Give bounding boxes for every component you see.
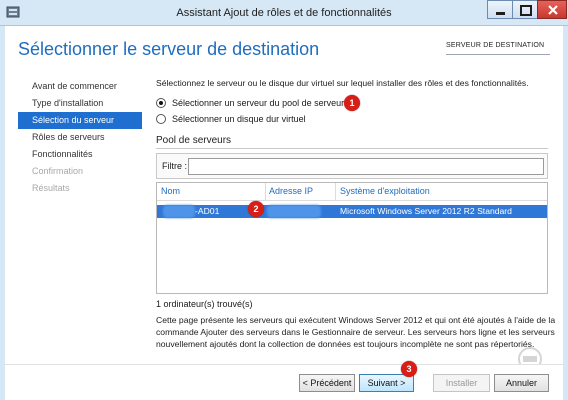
filter-label: Filtre : [162, 161, 188, 171]
destination-server-label: SERVEUR DE DESTINATION [446, 42, 545, 49]
filter-input[interactable] [188, 158, 544, 175]
column-separator [265, 183, 266, 201]
radio-server-pool[interactable]: Sélectionner un serveur du pool de serve… [156, 96, 349, 110]
nav-item-roles-serveurs[interactable]: Rôles de serveurs [18, 129, 142, 146]
server-name-cell: -AD01 [195, 206, 220, 216]
description-text: Cette page présente les serveurs qui exé… [156, 315, 556, 349]
close-icon [548, 5, 558, 15]
annotation-badge-2: 2 [248, 201, 264, 217]
maximize-icon [520, 5, 532, 16]
previous-button[interactable]: < Précédent [299, 374, 355, 392]
server-pool-divider [156, 148, 548, 149]
server-list: Nom Adresse IP Système d'exploitation -A… [156, 182, 548, 294]
annotation-badge-1: 1 [344, 95, 360, 111]
title-bar: Assistant Ajout de rôles et de fonctionn… [0, 0, 568, 26]
nav-item-type-installation[interactable]: Type d'installation [18, 95, 142, 112]
install-button: Installer [433, 374, 490, 392]
nav-item-avant-de-commencer[interactable]: Avant de commencer [18, 78, 142, 95]
nav-item-fonctionnalites[interactable]: Fonctionnalités [18, 146, 142, 163]
nav-item-resultats: Résultats [32, 183, 70, 193]
window-frame-right [563, 26, 568, 400]
cancel-button[interactable]: Annuler [494, 374, 549, 392]
close-button[interactable] [537, 0, 567, 19]
redacted-ip [267, 205, 321, 218]
server-pool-title: Pool de serveurs [156, 135, 232, 146]
servers-found-count: 1 ordinateur(s) trouvé(s) [156, 299, 253, 309]
wizard-steps-nav: Avant de commencer Type d'installation S… [18, 78, 142, 197]
radio-server-pool-button[interactable] [156, 98, 166, 108]
radio-virtual-disk[interactable]: Sélectionner un disque dur virtuel [156, 112, 306, 126]
page-title: Sélectionner le serveur de destination [18, 39, 320, 59]
window-title: Assistant Ajout de rôles et de fonctionn… [176, 7, 392, 19]
next-button[interactable]: Suivant > [359, 374, 414, 392]
intro-text: Sélectionnez le serveur ou le disque dur… [156, 78, 529, 88]
radio-server-pool-label[interactable]: Sélectionner un serveur du pool de serve… [172, 98, 349, 108]
window-frame-left [0, 26, 5, 400]
radio-virtual-disk-label[interactable]: Sélectionner un disque dur virtuel [172, 114, 306, 124]
column-separator [335, 183, 336, 201]
server-os-cell: Microsoft Windows Server 2012 R2 Standar… [340, 206, 512, 216]
column-header-ip[interactable]: Adresse IP [269, 186, 313, 196]
nav-item-selection-serveur[interactable]: Sélection du serveur [18, 112, 142, 129]
annotation-badge-3: 3 [401, 361, 417, 377]
column-header-name[interactable]: Nom [161, 186, 180, 196]
server-list-header: Nom Adresse IP Système d'exploitation [157, 183, 547, 201]
radio-virtual-disk-button[interactable] [156, 114, 166, 124]
destination-server-underline [446, 54, 550, 55]
nav-item-confirmation: Confirmation [32, 166, 84, 176]
minimize-icon [496, 12, 505, 15]
filter-bar: Filtre : [156, 153, 548, 179]
server-row[interactable]: -AD01 Microsoft Windows Server 2012 R2 S… [157, 205, 547, 218]
minimize-button[interactable] [487, 0, 513, 19]
maximize-button[interactable] [512, 0, 538, 19]
column-header-os[interactable]: Système d'exploitation [340, 186, 430, 196]
redacted-name [163, 205, 195, 218]
